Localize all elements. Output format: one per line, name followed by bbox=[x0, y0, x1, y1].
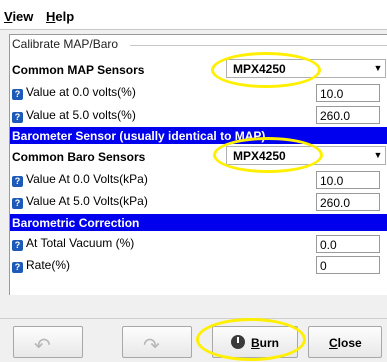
help-icon[interactable]: ? bbox=[12, 112, 23, 123]
map-v5-input[interactable]: 260.0 ▲▼ bbox=[316, 106, 380, 124]
chevron-down-icon[interactable]: ▼ bbox=[371, 60, 385, 77]
map-v0-label: ? Value at 0.0 volts(%) bbox=[12, 85, 136, 100]
menu-view[interactable]: View bbox=[4, 9, 33, 24]
menu-help[interactable]: Help bbox=[46, 9, 74, 24]
map-v0-input[interactable]: 10.0 ▲▼ bbox=[316, 84, 380, 102]
help-icon[interactable]: ? bbox=[12, 89, 23, 100]
calibration-panel: Calibrate MAP/Baro Common MAP Sensors MP… bbox=[9, 34, 387, 295]
baro-v0-label: ? Value At 0.0 Volts(kPa) bbox=[12, 172, 148, 187]
power-icon bbox=[231, 335, 245, 349]
burn-label: Burn bbox=[251, 336, 280, 350]
baro-sensor-label: Common Baro Sensors bbox=[12, 150, 146, 164]
help-icon[interactable]: ? bbox=[12, 240, 23, 251]
redo-arrow-icon: ↷ bbox=[143, 335, 160, 357]
map-v5-label: ? Value at 5.0 volts(%) bbox=[12, 108, 136, 123]
baro-v5-label: ? Value At 5.0 Volts(kPa) bbox=[12, 194, 148, 209]
vacuum-label: ? At Total Vacuum (%) bbox=[12, 236, 134, 251]
baro-sensor-select[interactable]: MPX4250 ▼ bbox=[226, 146, 386, 165]
burn-button[interactable]: Burn bbox=[212, 326, 298, 358]
group-title: Calibrate MAP/Baro bbox=[12, 37, 119, 51]
help-icon[interactable]: ? bbox=[12, 198, 23, 209]
help-icon[interactable]: ? bbox=[12, 176, 23, 187]
baro-section-header: Barometer Sensor (usually identical to M… bbox=[10, 127, 387, 144]
close-label: Close bbox=[329, 336, 362, 350]
undo-arrow-icon: ↶ bbox=[34, 335, 51, 357]
baro-sensor-value: MPX4250 bbox=[233, 149, 286, 163]
baro-v0-input[interactable]: 10.0 ▲▼ bbox=[316, 171, 380, 189]
rate-label: ? Rate(%) bbox=[12, 258, 70, 273]
help-icon[interactable]: ? bbox=[12, 262, 23, 273]
vacuum-input[interactable]: 0.0 ▲▼ bbox=[316, 235, 380, 253]
menu-bar: View Help bbox=[0, 0, 387, 30]
map-sensor-select[interactable]: MPX4250 ▼ bbox=[226, 59, 386, 78]
baro-v5-input[interactable]: 260.0 ▲▼ bbox=[316, 193, 380, 211]
correction-section-header: Barometric Correction bbox=[10, 214, 387, 231]
map-sensor-value: MPX4250 bbox=[233, 62, 286, 76]
close-button[interactable]: Close bbox=[308, 326, 382, 358]
redo-button[interactable]: ↷ bbox=[122, 326, 192, 358]
map-sensor-label: Common MAP Sensors bbox=[12, 63, 145, 77]
group-divider bbox=[130, 45, 387, 46]
rate-input[interactable]: 0 ▲▼ bbox=[316, 256, 380, 274]
undo-button[interactable]: ↶ bbox=[13, 326, 83, 358]
chevron-down-icon[interactable]: ▼ bbox=[371, 147, 385, 164]
